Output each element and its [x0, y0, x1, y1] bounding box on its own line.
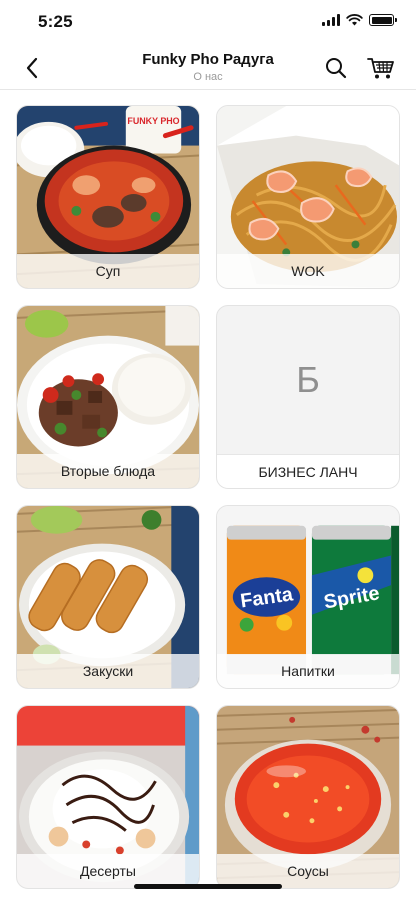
category-card-sauces[interactable]: Соусы [216, 705, 400, 889]
cup-brand-text: FUNKY PHO [127, 116, 179, 126]
search-button[interactable] [320, 52, 352, 84]
cart-button[interactable] [364, 52, 398, 84]
category-label: Вторые блюда [17, 454, 199, 488]
category-card-soup[interactable]: FUNKY PHO Суп [16, 105, 200, 289]
back-button[interactable] [16, 52, 48, 84]
category-card-main-dishes[interactable]: Вторые блюда [16, 305, 200, 489]
category-label: Десерты [17, 854, 199, 888]
category-label: Закуски [17, 654, 199, 688]
category-grid: FUNKY PHO Суп WOK Вторые блюда Б БИЗНЕС … [16, 105, 400, 889]
battery-icon [369, 14, 397, 26]
home-indicator[interactable] [134, 884, 282, 889]
category-label: WOK [217, 254, 399, 288]
status-icons [322, 14, 397, 26]
placeholder-letter: Б [296, 359, 320, 400]
category-label: Соусы [217, 854, 399, 888]
category-card-snacks[interactable]: Закуски [16, 505, 200, 689]
category-card-wok[interactable]: WOK [216, 105, 400, 289]
status-bar: 5:25 [0, 0, 416, 46]
wifi-icon [346, 14, 363, 26]
category-label: БИЗНЕС ЛАНЧ [217, 454, 399, 488]
about-link[interactable]: О нас [90, 70, 326, 84]
search-icon [326, 58, 347, 79]
cart-icon [367, 58, 394, 79]
category-card-drinks[interactable]: Fanta Sprite Напитки [216, 505, 400, 689]
page-title: Funky Pho Радуга [142, 51, 274, 68]
nav-bar: Funky Pho Радуга О нас [0, 46, 416, 90]
category-label: Напитки [217, 654, 399, 688]
chevron-left-icon [26, 57, 38, 79]
category-label: Суп [17, 254, 199, 288]
status-time: 5:25 [38, 12, 73, 31]
category-card-desserts[interactable]: Десерты [16, 705, 200, 889]
signal-icon [322, 14, 340, 26]
category-card-business-lunch[interactable]: Б БИЗНЕС ЛАНЧ [216, 305, 400, 489]
nav-titles[interactable]: Funky Pho Радуга О нас [90, 50, 326, 84]
